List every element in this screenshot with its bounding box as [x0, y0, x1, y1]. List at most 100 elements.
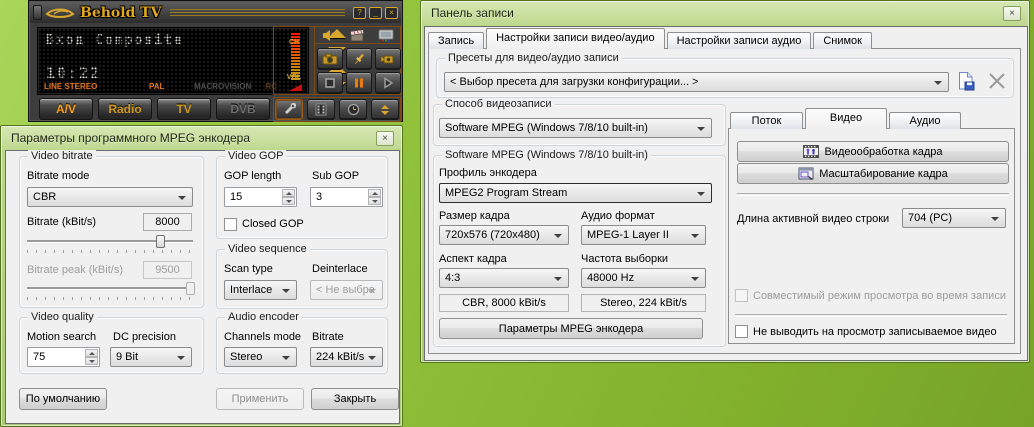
- dc-precision-label: DC precision: [113, 331, 176, 343]
- preset-combo[interactable]: < Выбор пресета для загрузки конфигураци…: [444, 72, 949, 92]
- status-audio-mode: LINE STEREO: [44, 82, 97, 91]
- channel-label: CH: [274, 39, 314, 46]
- group-legend: Способ видеозаписи: [442, 98, 555, 110]
- display-clock-text: 10:22: [46, 64, 101, 82]
- record-panel-window: Панель записи × Запись Настройки записи …: [420, 0, 1030, 363]
- motion-search-spinner[interactable]: 75: [27, 347, 100, 367]
- deinterlace-label: Deinterlace: [312, 263, 368, 275]
- record-video-button[interactable]: [375, 48, 401, 70]
- display-status-row: LINE STEREO PAL MACROVISION RC: [44, 82, 302, 92]
- delete-preset-x-icon[interactable]: [987, 72, 1007, 90]
- dc-precision-combo[interactable]: 9 Bit: [110, 347, 192, 367]
- compat-mode-checkbox[interactable]: [735, 289, 748, 302]
- snapshot-button[interactable]: [317, 48, 343, 70]
- active-line-length-combo[interactable]: 704 (PC): [902, 208, 1006, 228]
- spin-up-icon[interactable]: [368, 189, 381, 197]
- subtab-video[interactable]: Видео: [805, 108, 887, 129]
- mode-button-dvb[interactable]: DVB: [216, 98, 270, 120]
- encoder-profile-combo[interactable]: MPEG2 Program Stream: [439, 183, 712, 203]
- encoder-close-button[interactable]: ×: [376, 131, 394, 146]
- play-button[interactable]: [375, 72, 401, 94]
- aspect-combo[interactable]: 4:3: [439, 268, 569, 288]
- no-preview-label: Не выводить на просмотр записываемое вид…: [753, 326, 997, 338]
- frame-scaling-button[interactable]: Масштабирование кадра: [737, 163, 1009, 184]
- spin-up-icon[interactable]: [85, 349, 98, 357]
- pause-button[interactable]: [346, 72, 372, 94]
- channels-mode-combo[interactable]: Stereo: [224, 347, 297, 367]
- stop-button[interactable]: [317, 72, 343, 94]
- sample-rate-combo[interactable]: 48000 Hz: [581, 268, 706, 288]
- close-button[interactable]: Закрыть: [311, 388, 399, 410]
- record-panel-client: Запись Настройки записи видео/аудио Наст…: [425, 27, 1027, 360]
- audio-bitrate-info: Stereo, 224 kBit/s: [581, 294, 706, 312]
- tab-video-audio-settings[interactable]: Настройки записи видео/аудио: [486, 28, 664, 49]
- status-video-standard: PAL: [149, 82, 164, 91]
- tv-lcd-display: Вход Composite 10:22 LINE STEREO PAL MAC…: [37, 27, 309, 95]
- tv-help-button[interactable]: ?: [353, 7, 366, 19]
- speaker-icon[interactable]: [322, 29, 337, 42]
- tab-audio-settings[interactable]: Настройки записи аудио: [667, 32, 812, 49]
- tv-control-panel: CH VOL: [273, 26, 401, 95]
- frame-size-combo[interactable]: 720x576 (720x480): [439, 225, 569, 245]
- subtab-stream[interactable]: Поток: [730, 112, 803, 129]
- audio-format-combo[interactable]: MPEG-1 Layer II: [581, 225, 706, 245]
- bitrate-value: 8000: [143, 213, 192, 231]
- mpeg-params-button[interactable]: Параметры MPEG энкодера: [439, 318, 703, 339]
- stream-video-audio-tabs: Поток Видео Аудио: [730, 107, 961, 129]
- closed-gop-checkbox[interactable]: [224, 218, 237, 231]
- spin-down-icon[interactable]: [368, 197, 381, 205]
- aspect-label: Аспект кадра: [439, 253, 507, 265]
- apply-button[interactable]: Применить: [216, 388, 304, 410]
- motion-search-label: Motion search: [27, 331, 96, 343]
- deinterlace-combo[interactable]: < Не выбра: [310, 280, 383, 300]
- expand-button[interactable]: [371, 99, 399, 120]
- bitrate-mode-combo[interactable]: CBR: [27, 187, 193, 207]
- bitrate-slider-thumb[interactable]: [156, 235, 165, 248]
- spin-up-icon[interactable]: [282, 189, 295, 197]
- quick-icons-row: [315, 27, 400, 44]
- gop-length-spinner[interactable]: 15: [224, 187, 297, 207]
- spin-down-icon[interactable]: [85, 357, 98, 365]
- tv-titlebar[interactable]: Behold TV ? _ ×: [30, 2, 401, 23]
- bitrate-peak-slider-thumb[interactable]: [186, 282, 195, 295]
- wrench-icon: [282, 103, 296, 117]
- subtab-audio[interactable]: Аудио: [889, 112, 961, 129]
- scan-type-combo[interactable]: Interlace: [224, 280, 297, 300]
- tab-record[interactable]: Запись: [428, 32, 484, 49]
- video-files-button[interactable]: [307, 99, 335, 120]
- desktop: Behold TV ? _ × Вход Composite 10:22 LIN…: [0, 0, 1034, 427]
- audio-bitrate-combo[interactable]: 224 kBit/s: [310, 347, 383, 367]
- tab-snapshot[interactable]: Снимок: [813, 32, 872, 49]
- defaults-button[interactable]: По умолчанию: [19, 388, 107, 410]
- bitrate-slider[interactable]: [27, 235, 193, 253]
- mode-button-tv[interactable]: TV: [157, 98, 211, 120]
- sub-gop-spinner[interactable]: 3: [310, 187, 383, 207]
- record-method-combo[interactable]: Software MPEG (Windows 7/8/10 built-in): [439, 118, 712, 138]
- mode-button-radio[interactable]: Radio: [98, 98, 152, 120]
- mode-button-av[interactable]: A/V: [39, 98, 93, 120]
- video-processing-button[interactable]: Видеообработка кадра: [737, 141, 1009, 162]
- bitrate-peak-slider[interactable]: [27, 282, 193, 300]
- record-panel-tabs: Запись Настройки записи видео/аудио Наст…: [428, 27, 872, 49]
- play-icon: [382, 77, 394, 89]
- closed-gop-label: Closed GOP: [242, 218, 304, 230]
- tv-close-button[interactable]: ×: [385, 7, 398, 19]
- scheduler-button[interactable]: [339, 99, 367, 120]
- encoder-dialog-title: Параметры программного MPEG энкодера: [11, 126, 250, 151]
- settings-button[interactable]: [275, 99, 303, 120]
- tv-minimize-button[interactable]: _: [369, 7, 382, 19]
- display-input-text: Вход Composite: [46, 33, 184, 48]
- clapperboard-icon[interactable]: [350, 29, 365, 42]
- save-preset-icon[interactable]: [957, 71, 975, 91]
- spin-down-icon[interactable]: [282, 197, 295, 205]
- pin-button[interactable]: [346, 48, 372, 70]
- camcorder-icon: [380, 53, 396, 65]
- no-preview-checkbox[interactable]: [735, 325, 748, 338]
- display-settings-icon[interactable]: [378, 29, 394, 42]
- pushpin-icon: [352, 52, 366, 66]
- encoder-dialog-client: Video bitrate Bitrate mode CBR Bitrate (…: [6, 151, 399, 423]
- separator: [735, 314, 1007, 316]
- record-panel-close-button[interactable]: ×: [1003, 6, 1021, 21]
- bitrate-label: Bitrate (kBit/s): [27, 216, 96, 228]
- status-macrovision: MACROVISION: [194, 82, 251, 91]
